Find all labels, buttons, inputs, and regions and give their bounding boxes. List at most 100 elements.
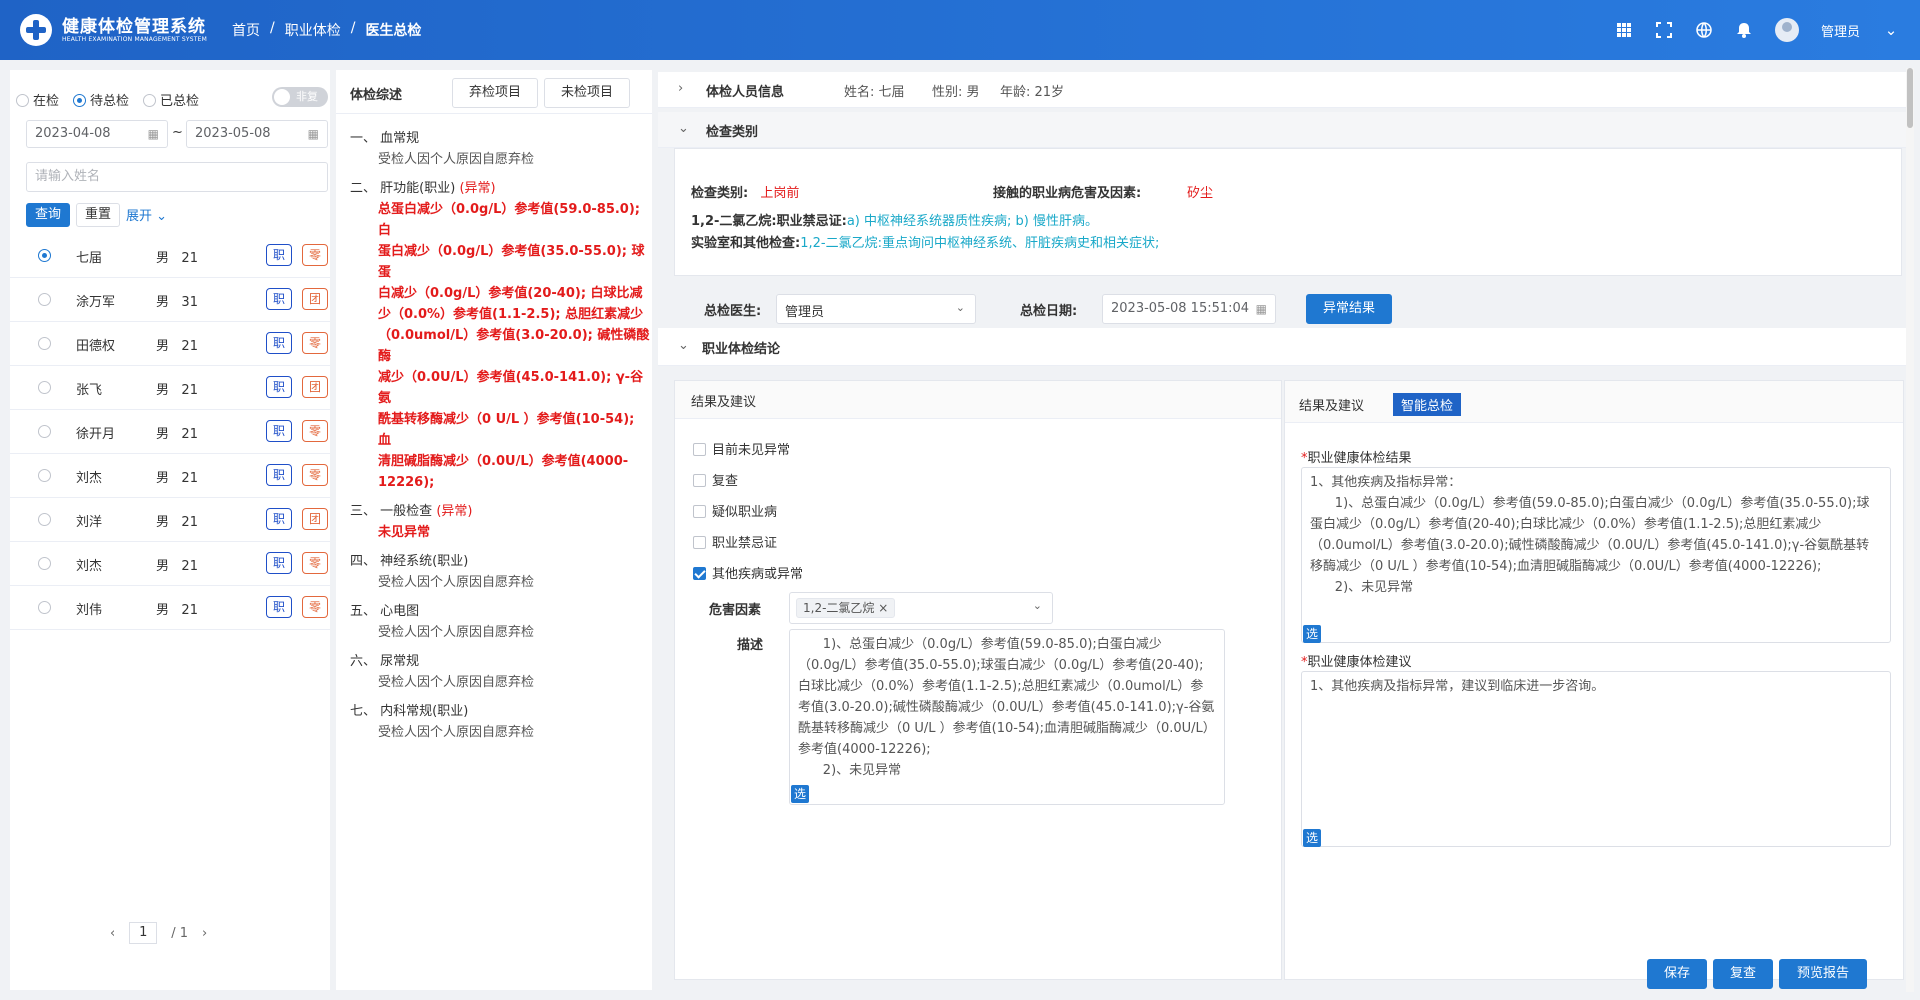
- page-number-input[interactable]: 1: [129, 922, 158, 944]
- select-template-button[interactable]: 选: [1303, 829, 1321, 847]
- advice-textarea[interactable]: 1、其他疾病及指标异常，建议到临床进一步咨询。: [1301, 671, 1891, 847]
- query-button[interactable]: 查询: [26, 203, 70, 227]
- breadcrumb-occupational[interactable]: 职业体检: [285, 20, 341, 40]
- person-radio[interactable]: [38, 293, 51, 306]
- occupational-tag: 职: [266, 244, 292, 266]
- person-row[interactable]: 田德权 男 21 职零: [10, 322, 330, 366]
- grid-apps-icon[interactable]: [1615, 21, 1633, 39]
- username[interactable]: 管理员: [1821, 21, 1860, 40]
- person-radio[interactable]: [38, 469, 51, 482]
- left-tab-label[interactable]: 结果及建议: [691, 391, 756, 410]
- radio-in-exam[interactable]: 在检: [16, 90, 59, 109]
- checkbox-box[interactable]: [693, 474, 706, 487]
- fullscreen-icon[interactable]: [1655, 21, 1673, 39]
- radio-label: 已总检: [160, 94, 200, 109]
- person-radio[interactable]: [38, 513, 51, 526]
- conclusion-checkbox[interactable]: 职业禁忌证: [693, 532, 803, 563]
- expand-link[interactable]: 展开 ⌄: [126, 205, 167, 224]
- checkbox-box[interactable]: [693, 443, 706, 456]
- conclusion-checkbox[interactable]: 复查: [693, 470, 803, 501]
- person-radio[interactable]: [38, 557, 51, 570]
- radio-circle[interactable]: [143, 94, 157, 107]
- radio-pending[interactable]: 待总检: [73, 90, 129, 109]
- user-avatar[interactable]: [1774, 18, 1799, 42]
- recheck-button[interactable]: 复查: [1713, 959, 1773, 989]
- abandoned-items-button[interactable]: 弃检项目: [452, 78, 538, 108]
- person-row[interactable]: 刘杰 男 21 职零: [10, 542, 330, 586]
- calendar-icon[interactable]: ▦: [308, 121, 319, 147]
- tab-results-advice[interactable]: 结果及建议: [1299, 395, 1364, 414]
- person-radio[interactable]: [38, 601, 51, 614]
- preview-report-button[interactable]: 预览报告: [1779, 959, 1867, 989]
- person-row[interactable]: 徐开月 男 21 职零: [10, 410, 330, 454]
- conclusion-section-bar[interactable]: ⌄ 职业体检结论: [658, 328, 1912, 366]
- person-gender-age: 男 21: [156, 335, 198, 354]
- prev-page-icon[interactable]: ‹: [110, 926, 115, 941]
- save-button[interactable]: 保存: [1647, 959, 1707, 989]
- select-template-button[interactable]: 选: [1303, 625, 1321, 643]
- breadcrumb-home[interactable]: 首页: [232, 20, 260, 40]
- date-from-input[interactable]: 2023-04-08 ▦: [26, 120, 168, 148]
- checkbox-box[interactable]: [693, 505, 706, 518]
- chevron-down-icon[interactable]: ⌄: [678, 338, 689, 353]
- hazard-factor-select[interactable]: 1,2-二氯乙烷 × ⌄: [789, 592, 1053, 624]
- lab-label: 实验室和其他检查:: [691, 236, 801, 251]
- radio-done[interactable]: 已总检: [143, 90, 199, 109]
- factor-label: 危害因素: [709, 603, 762, 618]
- person-gender-age: 男 21: [156, 555, 198, 574]
- globe-language-icon[interactable]: [1695, 21, 1713, 39]
- checkbox-box[interactable]: [693, 536, 706, 549]
- person-name: 七届: [76, 251, 103, 266]
- contraindication-value: a) 中枢神经系统器质性疾病; b) 慢性肝病。: [846, 214, 1098, 229]
- calendar-icon[interactable]: ▦: [1256, 295, 1267, 323]
- conclusion-checkbox[interactable]: 其他疾病或异常: [693, 563, 803, 594]
- reset-button[interactable]: 重置: [76, 203, 120, 227]
- abnormal-results-button[interactable]: 异常结果: [1306, 294, 1392, 324]
- date-to-input[interactable]: 2023-05-08 ▦: [186, 120, 328, 148]
- exam-type-value: 上岗前: [760, 186, 800, 201]
- name-search-input[interactable]: 请输入姓名: [26, 162, 328, 192]
- occupational-tag: 职: [266, 552, 292, 574]
- result-textarea[interactable]: 1、其他疾病及指标异常： 1)、总蛋白减少（0.0g/L）参考值(59.0-85…: [1301, 467, 1891, 643]
- description-textarea[interactable]: 1)、总蛋白减少（0.0g/L）参考值(59.0-85.0);白蛋白减少（0.0…: [789, 629, 1225, 805]
- radio-circle[interactable]: [73, 94, 87, 107]
- scrollbar-thumb[interactable]: [1907, 68, 1913, 128]
- doctor-select[interactable]: 管理员 ⌄: [776, 294, 976, 324]
- checkbox-box[interactable]: [693, 567, 706, 580]
- page-scrollbar[interactable]: [1906, 68, 1914, 992]
- conclusion-checkbox[interactable]: 疑似职业病: [693, 501, 803, 532]
- non-recheck-switch[interactable]: 非复: [272, 87, 328, 107]
- next-page-icon[interactable]: ›: [202, 926, 207, 941]
- person-row[interactable]: 张飞 男 21 职团: [10, 366, 330, 410]
- select-template-button[interactable]: 选: [791, 785, 809, 803]
- category-section-bar[interactable]: ⌄ 检查类别: [658, 112, 1912, 148]
- person-gender: 男: [156, 427, 170, 442]
- chevron-down-icon[interactable]: ⌄: [678, 121, 689, 136]
- bell-icon[interactable]: [1735, 21, 1753, 39]
- person-row[interactable]: 七届 男 21 职零: [10, 234, 330, 278]
- person-gender: 男: [156, 295, 170, 310]
- occupational-tag: 职: [266, 288, 292, 310]
- person-radio[interactable]: [38, 425, 51, 438]
- expand-label: 展开: [126, 209, 153, 224]
- person-radio[interactable]: [38, 249, 51, 262]
- person-row[interactable]: 涂万军 男 31 职团: [10, 278, 330, 322]
- factor-chip[interactable]: 1,2-二氯乙烷 ×: [796, 598, 896, 618]
- section-name: 心电图: [380, 604, 420, 619]
- calendar-icon[interactable]: ▦: [148, 121, 159, 147]
- conclusion-checkbox[interactable]: 目前未见异常: [693, 439, 803, 470]
- chevron-down-icon[interactable]: ⌄: [1882, 21, 1900, 39]
- exam-date-input[interactable]: 2023-05-08 15:51:04 ▦: [1102, 294, 1276, 324]
- person-row[interactable]: 刘杰 男 21 职零: [10, 454, 330, 498]
- person-radio[interactable]: [38, 381, 51, 394]
- person-radio[interactable]: [38, 337, 51, 350]
- person-info-bar[interactable]: › 体检人员信息 姓名: 七届 性别: 男 年龄: 21岁: [658, 72, 1912, 108]
- tab-smart-summary[interactable]: 智能总检: [1393, 393, 1462, 416]
- section-name: 肝功能(职业): [380, 181, 456, 196]
- chevron-right-icon[interactable]: ›: [678, 81, 683, 96]
- summary-section: 三、 一般检查 (异常) 未见异常: [350, 501, 650, 543]
- radio-circle[interactable]: [16, 94, 29, 107]
- unchecked-items-button[interactable]: 未检项目: [544, 78, 630, 108]
- person-row[interactable]: 刘洋 男 21 职团: [10, 498, 330, 542]
- person-row[interactable]: 刘伟 男 21 职零: [10, 586, 330, 630]
